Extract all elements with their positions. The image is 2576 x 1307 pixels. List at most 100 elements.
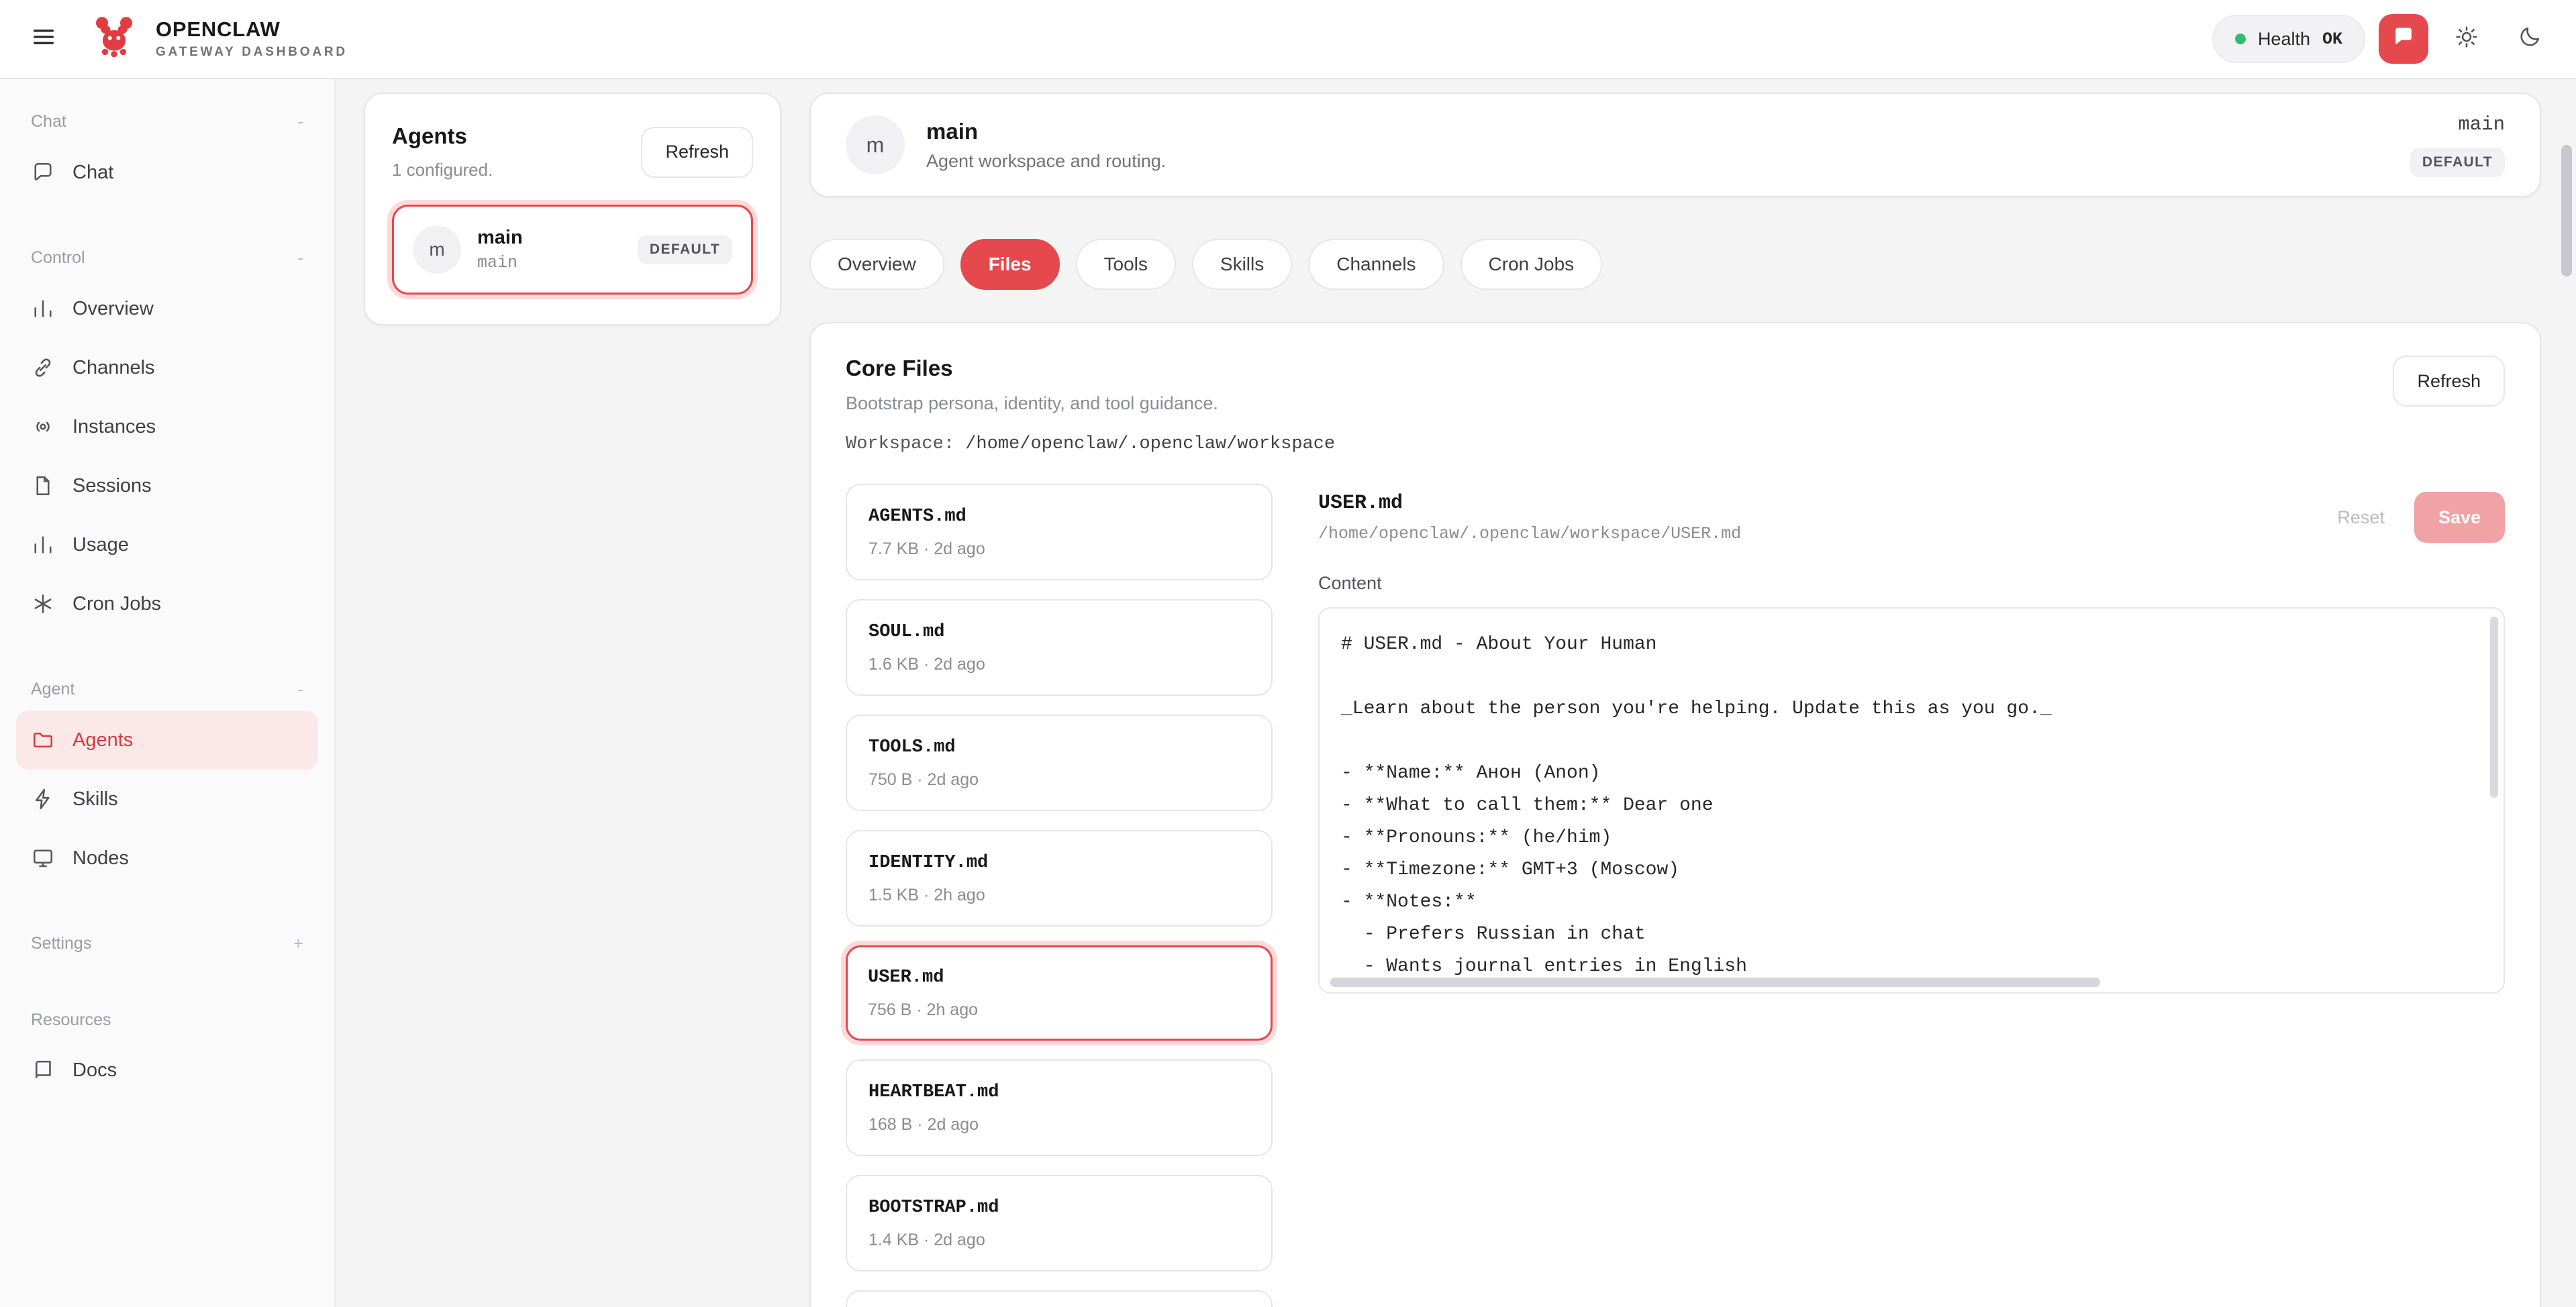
health-ok-dot — [2235, 34, 2246, 44]
editor-file-path: /home/openclaw/.openclaw/workspace/USER.… — [1318, 524, 1741, 543]
sidebar-item-label: Chat — [72, 162, 113, 184]
core-files-title: Core Files — [846, 356, 1335, 381]
file-name: HEARTBEAT.md — [869, 1080, 1250, 1105]
sidebar-item-docs[interactable]: Docs — [16, 1041, 318, 1100]
agent-id-text: main — [2458, 113, 2505, 136]
sidebar-item-cron-jobs[interactable]: Cron Jobs — [16, 574, 318, 633]
sidebar-item-skills[interactable]: Skills — [16, 770, 318, 829]
file-name: USER.md — [868, 965, 1250, 990]
tab-channels[interactable]: Channels — [1308, 239, 1444, 290]
link-icon — [31, 356, 55, 380]
agent-detail: m main Agent workspace and routing. main… — [809, 93, 2541, 1307]
file-item-agents-md[interactable]: AGENTS.md7.7 KB · 2d ago — [846, 484, 1273, 580]
agent-id: main — [477, 253, 622, 272]
file-editor-panel: USER.md /home/openclaw/.openclaw/workspa… — [1318, 484, 2505, 1307]
content-editor[interactable]: # USER.md - About Your Human _Learn abou… — [1318, 607, 2505, 994]
sidebar-item-label: Agents — [72, 729, 133, 751]
file-item-identity-md[interactable]: IDENTITY.md1.5 KB · 2h ago — [846, 830, 1273, 927]
sidebar-section-resources: ResourcesDocs — [16, 1005, 318, 1100]
page-scrollbar-thumb[interactable] — [2561, 145, 2572, 276]
section-collapse-icon: - — [297, 111, 303, 132]
agent-list-item-main[interactable]: m main main DEFAULT — [392, 205, 753, 295]
dark-theme-button[interactable] — [2505, 14, 2555, 64]
chat-toggle-button[interactable] — [2379, 14, 2428, 64]
sidebar-item-overview[interactable]: Overview — [16, 279, 318, 338]
file-item-bootstrap-md[interactable]: BOOTSTRAP.md 1.4 KB · 2d ago — [846, 1175, 1273, 1271]
sidebar-item-usage[interactable]: Usage — [16, 515, 318, 574]
save-button[interactable]: Save — [2414, 492, 2505, 543]
section-collapse-icon: - — [297, 248, 303, 268]
workspace-path: /home/openclaw/.openclaw/workspace — [965, 434, 1335, 454]
agents-refresh-button[interactable]: Refresh — [641, 127, 753, 178]
files-refresh-button[interactable]: Refresh — [2393, 356, 2505, 407]
tab-overview[interactable]: Overview — [809, 239, 944, 290]
sidebar-item-instances[interactable]: Instances — [16, 397, 318, 456]
sun-icon — [2455, 25, 2479, 54]
agent-description: Agent workspace and routing. — [926, 151, 1166, 172]
agents-panel: Agents 1 configured. Refresh m main main… — [364, 93, 781, 325]
sidebar-item-label: Usage — [72, 534, 129, 556]
sidebar-item-agents[interactable]: Agents — [16, 711, 318, 770]
sidebar-section-agent: Agent- Agents SkillsNodes — [16, 674, 318, 888]
sidebar-item-label: Sessions — [72, 475, 152, 497]
document-icon — [31, 474, 55, 498]
sidebar-item-chat[interactable]: Chat — [16, 143, 318, 202]
page-scrollbar[interactable] — [2557, 79, 2576, 1307]
sidebar-item-channels[interactable]: Channels — [16, 338, 318, 397]
file-item-memory-md[interactable]: MEMORY.md — [846, 1290, 1273, 1307]
brand[interactable]: OPENCLAW GATEWAY DASHBOARD — [90, 12, 348, 66]
menu-button[interactable] — [19, 14, 68, 64]
tab-skills[interactable]: Skills — [1192, 239, 1292, 290]
monitor-icon — [31, 846, 55, 870]
editor-vertical-scrollbar[interactable] — [2490, 617, 2498, 798]
file-item-soul-md[interactable]: SOUL.md1.6 KB · 2d ago — [846, 599, 1273, 696]
agent-avatar: m — [413, 225, 461, 274]
agent-tabs: Overview Files Tools Skills Channels Cron Job… — [809, 239, 2541, 290]
main-content: Agents 1 configured. Refresh m main main… — [336, 79, 2576, 1307]
editor-file-name: USER.md — [1318, 492, 1741, 515]
sidebar-item-sessions[interactable]: Sessions — [16, 456, 318, 515]
tab-files[interactable]: Files — [960, 239, 1060, 290]
agent-avatar: m — [846, 115, 905, 174]
agent-header-card: m main Agent workspace and routing. main… — [809, 93, 2541, 197]
agent-name: main — [477, 227, 622, 249]
reset-button[interactable]: Reset — [2321, 492, 2401, 543]
content-editor-text[interactable]: # USER.md - About Your Human _Learn abou… — [1320, 609, 2504, 994]
sidebar-section-header-settings[interactable]: Settings+ — [16, 928, 318, 965]
health-status-pill: Health OK — [2212, 15, 2365, 63]
agents-panel-title: Agents — [392, 123, 493, 149]
hamburger-icon — [30, 23, 57, 55]
bar-chart-icon — [31, 297, 55, 321]
core-files-card: Core Files Bootstrap persona, identity, … — [809, 322, 2541, 1307]
light-theme-button[interactable] — [2442, 14, 2491, 64]
sidebar-item-nodes[interactable]: Nodes — [16, 829, 318, 888]
file-name: BOOTSTRAP.md — [869, 1195, 1250, 1220]
default-badge: DEFAULT — [2410, 148, 2505, 177]
file-name: AGENTS.md — [869, 504, 1250, 529]
logo-lobster-icon — [90, 12, 138, 66]
editor-horizontal-scrollbar[interactable] — [1330, 978, 2100, 987]
file-item-tools-md[interactable]: TOOLS.md750 B · 2d ago — [846, 715, 1273, 811]
core-files-subtitle: Bootstrap persona, identity, and tool gu… — [846, 393, 1335, 414]
file-meta: 1.5 KB · 2h ago — [869, 884, 1250, 906]
sidebar-section-header-resources[interactable]: Resources — [16, 1005, 318, 1041]
file-item-heartbeat-md[interactable]: HEARTBEAT.md168 B · 2d ago — [846, 1059, 1273, 1156]
book-icon — [31, 1058, 55, 1082]
chat-bubble-icon — [31, 160, 55, 185]
app-root: OPENCLAW GATEWAY DASHBOARD Health OK — [0, 0, 2576, 1307]
agents-count-text: 1 configured. — [392, 160, 493, 180]
file-name: TOOLS.md — [869, 735, 1250, 760]
sidebar-section-header-agent[interactable]: Agent- — [16, 674, 318, 711]
file-item-user-md[interactable]: USER.md756 B · 2h ago — [846, 945, 1273, 1041]
health-label: Health — [2258, 29, 2310, 50]
broadcast-icon — [31, 415, 55, 439]
file-meta: 1.4 KB · 2d ago — [869, 1228, 1250, 1251]
sidebar-section-label: Agent — [31, 680, 75, 699]
sidebar-section-header-chat[interactable]: Chat- — [16, 106, 318, 143]
tab-cron-jobs[interactable]: Cron Jobs — [1460, 239, 1603, 290]
tab-tools[interactable]: Tools — [1076, 239, 1176, 290]
sidebar-section-header-control[interactable]: Control- — [16, 242, 318, 279]
file-name: SOUL.md — [869, 619, 1250, 645]
sidebar-section-chat: Chat- Chat — [16, 106, 318, 202]
sidebar: Chat- Chat Control-OverviewChannelsInstanc… — [0, 79, 336, 1307]
